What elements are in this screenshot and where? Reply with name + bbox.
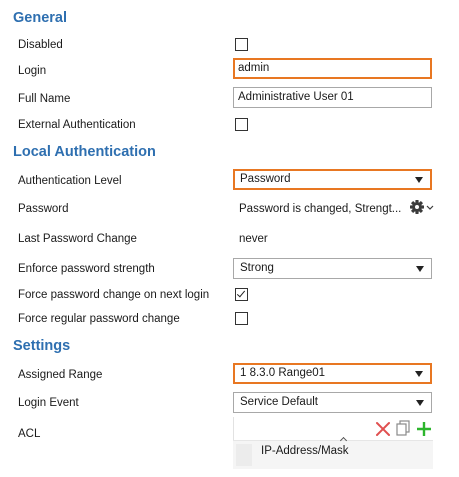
auth-level-value: Password <box>240 173 291 185</box>
login-label: Login <box>18 65 47 77</box>
last-password-change-value: never <box>239 233 268 245</box>
acl-label: ACL <box>18 428 41 440</box>
acl-column-header-ip[interactable]: IP-Address/Mask <box>261 445 349 457</box>
login-event-dropdown[interactable]: Service Default <box>233 392 432 413</box>
external-auth-checkbox[interactable] <box>235 118 248 131</box>
disabled-checkbox[interactable] <box>235 38 248 51</box>
section-general-heading: General <box>13 10 67 26</box>
gear-icon <box>410 200 434 214</box>
delete-icon <box>376 422 390 436</box>
force-regular-change-label: Force regular password change <box>18 313 180 325</box>
force-change-next-login-label: Force password change on next login <box>18 289 210 301</box>
full-name-label: Full Name <box>18 93 71 105</box>
auth-level-dropdown[interactable]: Password <box>233 169 432 190</box>
enforce-strength-value: Strong <box>240 262 274 274</box>
dropdown-arrow-icon <box>415 370 423 377</box>
add-icon <box>417 422 431 436</box>
assigned-range-label: Assigned Range <box>18 369 103 381</box>
acl-delete-button[interactable] <box>375 421 391 437</box>
assigned-range-dropdown[interactable]: 1 8.3.0 Range01 <box>233 363 432 384</box>
full-name-input[interactable]: Administrative User 01 <box>233 87 432 108</box>
acl-add-button[interactable] <box>416 421 432 437</box>
acl-copy-button[interactable] <box>395 420 411 437</box>
login-event-value: Service Default <box>240 396 318 408</box>
password-status: Password is changed, Strengt... <box>239 203 402 215</box>
enforce-strength-label: Enforce password strength <box>18 263 155 275</box>
auth-level-label: Authentication Level <box>18 175 122 187</box>
section-local-auth-heading: Local Authentication <box>13 144 156 160</box>
login-input[interactable]: admin <box>233 58 432 79</box>
section-settings-heading: Settings <box>13 338 71 354</box>
dropdown-arrow-icon <box>415 176 423 183</box>
external-auth-label: External Authentication <box>18 119 136 131</box>
disabled-label: Disabled <box>18 39 63 51</box>
chevron-down-icon <box>426 205 434 210</box>
assigned-range-value: 1 8.3.0 Range01 <box>240 367 326 379</box>
copy-icon <box>396 420 410 436</box>
dropdown-arrow-icon <box>416 265 424 272</box>
acl-row-selector-header[interactable] <box>236 444 252 466</box>
password-settings-button[interactable] <box>409 198 435 216</box>
dropdown-arrow-icon <box>416 399 424 406</box>
force-regular-change-checkbox[interactable] <box>235 312 248 325</box>
login-event-label: Login Event <box>18 397 79 409</box>
force-change-next-login-checkbox[interactable] <box>235 288 248 301</box>
enforce-strength-dropdown[interactable]: Strong <box>233 258 432 279</box>
password-label: Password <box>18 203 69 215</box>
last-password-change-label: Last Password Change <box>18 233 137 245</box>
